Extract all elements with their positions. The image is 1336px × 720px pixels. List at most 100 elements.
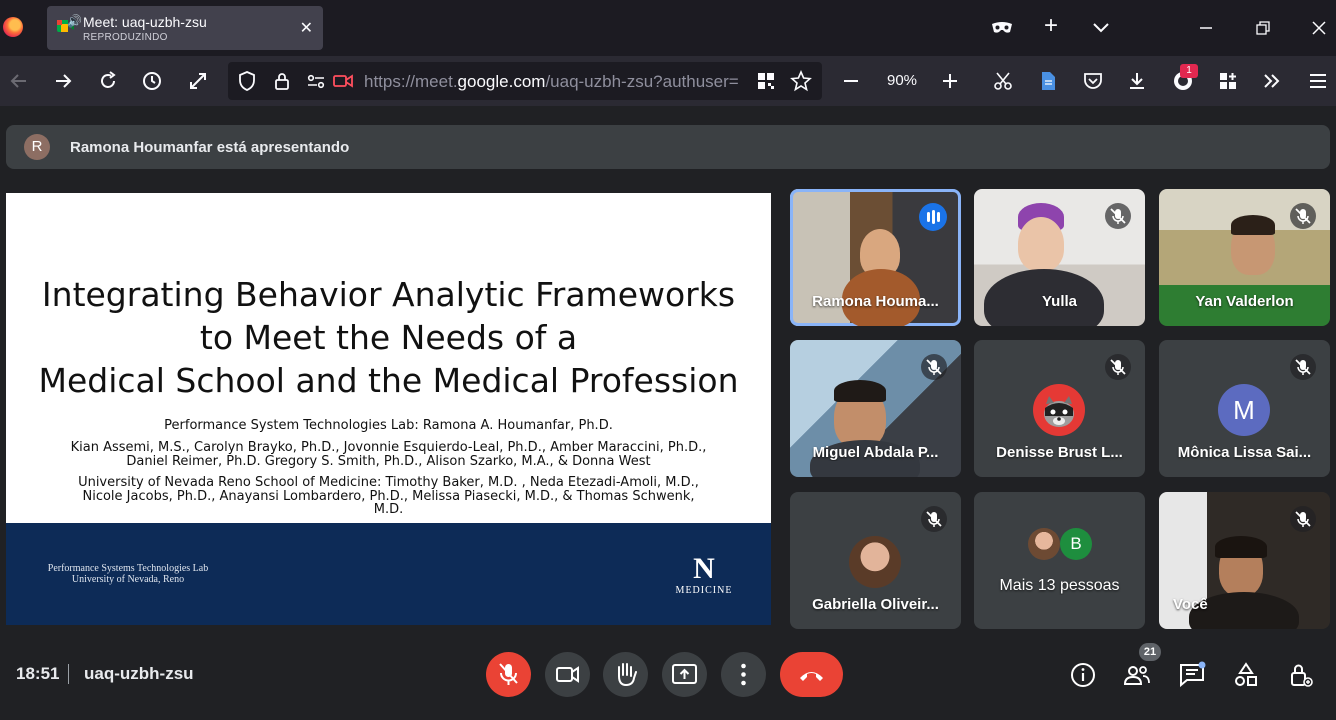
muted-mic-icon xyxy=(921,354,947,380)
participant-tile[interactable]: Ramona Houma... xyxy=(790,189,961,326)
slide-title-line: to Meet the Needs of a xyxy=(199,318,578,357)
participant-tile[interactable]: Yulla xyxy=(974,189,1145,326)
lock-icon[interactable] xyxy=(271,70,293,92)
participant-count-badge: 21 xyxy=(1139,643,1161,661)
slide-school-line: University of Nevada Reno School of Medi… xyxy=(78,475,699,490)
extensions-puzzle-icon[interactable] xyxy=(1217,70,1239,92)
participant-name: Você xyxy=(1173,596,1208,613)
muted-mic-icon xyxy=(1105,203,1131,229)
more-options-button[interactable] xyxy=(721,652,766,697)
slide-authors-line: Kian Assemi, M.S., Carolyn Brayko, Ph.D.… xyxy=(70,440,707,455)
participant-avatar: M xyxy=(1218,384,1270,436)
meeting-details-info-icon[interactable] xyxy=(1069,661,1097,689)
participant-name: Denisse Brust L... xyxy=(996,444,1123,461)
downloads-icon[interactable] xyxy=(1126,70,1148,92)
slide-lab-line: Performance System Technologies Lab: Ram… xyxy=(164,418,613,433)
participant-video xyxy=(1018,217,1064,271)
raccoon-avatar-icon xyxy=(1033,384,1085,436)
more-participants-tile[interactable]: B Mais 13 pessoas xyxy=(974,492,1145,629)
participant-tile[interactable]: Yan Valderlon xyxy=(1159,189,1330,326)
camera-toggle-button[interactable] xyxy=(545,652,590,697)
tab-title: Meet: uaq-uzbh-zsu xyxy=(83,14,207,30)
close-window-icon[interactable] xyxy=(1311,20,1327,36)
footer-lab-line: University of Nevada, Reno xyxy=(71,574,185,585)
logo-text: MEDICINE xyxy=(675,585,733,596)
url-bar[interactable]: https://meet.google.com/uaq-uzbh-zsu?aut… xyxy=(228,62,822,100)
logo-letter: N xyxy=(693,552,715,585)
present-screen-button[interactable] xyxy=(662,652,707,697)
restore-window-icon[interactable] xyxy=(1255,20,1271,36)
browser-tab-bar: 🔊 Meet: uaq-uzbh-zsu REPRODUZINDO ✕ + xyxy=(0,0,1336,56)
notification-badge: 1 xyxy=(1180,64,1198,78)
participants-people-icon[interactable] xyxy=(1123,661,1151,689)
tab-close-icon[interactable]: ✕ xyxy=(300,18,313,38)
participant-tile[interactable]: Gabriella Oliveir... xyxy=(790,492,961,629)
presenting-banner: R Ramona Houmanfar está apresentando xyxy=(6,125,1330,169)
participant-tile[interactable]: M Mônica Lissa Sai... xyxy=(1159,340,1330,477)
slide-title-line: Integrating Behavior Analytic Frameworks xyxy=(41,275,736,314)
browser-tab-meet[interactable]: 🔊 Meet: uaq-uzbh-zsu REPRODUZINDO ✕ xyxy=(47,6,323,50)
presenter-avatar: R xyxy=(24,134,50,160)
participant-hair xyxy=(1231,215,1275,235)
reload-icon[interactable] xyxy=(97,70,119,92)
leave-call-button[interactable] xyxy=(780,652,843,697)
firefox-logo-icon[interactable] xyxy=(3,17,23,37)
tab-audio-playing-icon[interactable]: 🔊 xyxy=(67,14,82,28)
slide-title: Integrating Behavior Analytic Frameworks… xyxy=(6,273,771,402)
private-browsing-mask-icon[interactable] xyxy=(990,18,1014,38)
muted-mic-icon xyxy=(1290,354,1316,380)
fullscreen-expand-icon[interactable] xyxy=(187,70,209,92)
participant-avatar-photo xyxy=(849,536,901,588)
qr-code-icon[interactable] xyxy=(755,70,777,92)
meeting-clock: 18:51 xyxy=(16,664,60,683)
more-participants-label: Mais 13 pessoas xyxy=(999,577,1120,594)
activities-shapes-icon[interactable] xyxy=(1232,661,1260,689)
shared-presentation-slide: Integrating Behavior Analytic Frameworks… xyxy=(6,193,771,625)
minimize-window-icon[interactable] xyxy=(1198,21,1214,35)
speaking-indicator-icon xyxy=(919,203,947,231)
history-clock-icon[interactable] xyxy=(141,70,163,92)
participant-tile[interactable]: Miguel Abdala P... xyxy=(790,340,961,477)
participant-name: Mônica Lissa Sai... xyxy=(1177,444,1312,461)
url-text[interactable]: https://meet.google.com/uaq-uzbh-zsu?aut… xyxy=(364,72,750,92)
host-controls-lock-icon[interactable] xyxy=(1287,661,1315,689)
slide-title-line: Medical School and the Medical Professio… xyxy=(38,361,739,400)
microphone-toggle-button[interactable] xyxy=(486,652,531,697)
bookmark-star-icon[interactable] xyxy=(790,70,812,92)
permissions-icon[interactable] xyxy=(305,70,327,92)
slide-footer: Performance Systems Technologies Lab Uni… xyxy=(6,523,771,625)
document-extension-icon[interactable] xyxy=(1037,70,1059,92)
participant-name: Gabriella Oliveir... xyxy=(812,596,939,613)
zoom-in-icon[interactable] xyxy=(939,70,961,92)
participant-name: Miguel Abdala P... xyxy=(812,444,939,461)
hamburger-menu-icon[interactable] xyxy=(1307,70,1329,92)
divider xyxy=(68,664,69,684)
raise-hand-button[interactable] xyxy=(603,652,648,697)
list-all-tabs-chevron-down-icon[interactable] xyxy=(1092,20,1110,34)
zoom-out-icon[interactable] xyxy=(840,70,862,92)
participant-name: Ramona Houma... xyxy=(812,293,939,310)
more-tools-chevrons-icon[interactable] xyxy=(1261,70,1283,92)
pocket-icon[interactable] xyxy=(1082,70,1104,92)
slide-school-line: M.D. xyxy=(373,502,404,517)
unr-medicine-logo: N MEDICINE xyxy=(666,552,742,597)
muted-mic-icon xyxy=(1290,506,1316,532)
back-arrow-icon[interactable] xyxy=(8,70,30,92)
participant-avatar-photo xyxy=(1028,528,1060,560)
footer-lab-line: Performance Systems Technologies Lab xyxy=(47,563,209,574)
new-tab-icon[interactable]: + xyxy=(1040,14,1062,38)
zoom-level[interactable]: 90% xyxy=(887,72,917,89)
chat-icon[interactable] xyxy=(1178,661,1206,689)
screenshot-scissors-icon[interactable] xyxy=(992,70,1014,92)
camera-in-use-icon[interactable] xyxy=(332,70,354,92)
self-view-tile[interactable]: Você xyxy=(1159,492,1330,629)
participant-hair xyxy=(834,380,886,402)
tracking-protection-shield-icon[interactable] xyxy=(236,70,258,92)
forward-arrow-icon[interactable] xyxy=(52,70,74,92)
browser-navigation-bar: https://meet.google.com/uaq-uzbh-zsu?aut… xyxy=(0,56,1336,106)
muted-mic-icon xyxy=(1105,354,1131,380)
slide-authors-line: Daniel Reimer, Ph.D. Gregory S. Smith, P… xyxy=(126,454,651,469)
participant-tile[interactable]: Denisse Brust L... xyxy=(974,340,1145,477)
participant-avatar: B xyxy=(1060,528,1092,560)
footer-lab-text: Performance Systems Technologies Lab Uni… xyxy=(38,563,218,585)
